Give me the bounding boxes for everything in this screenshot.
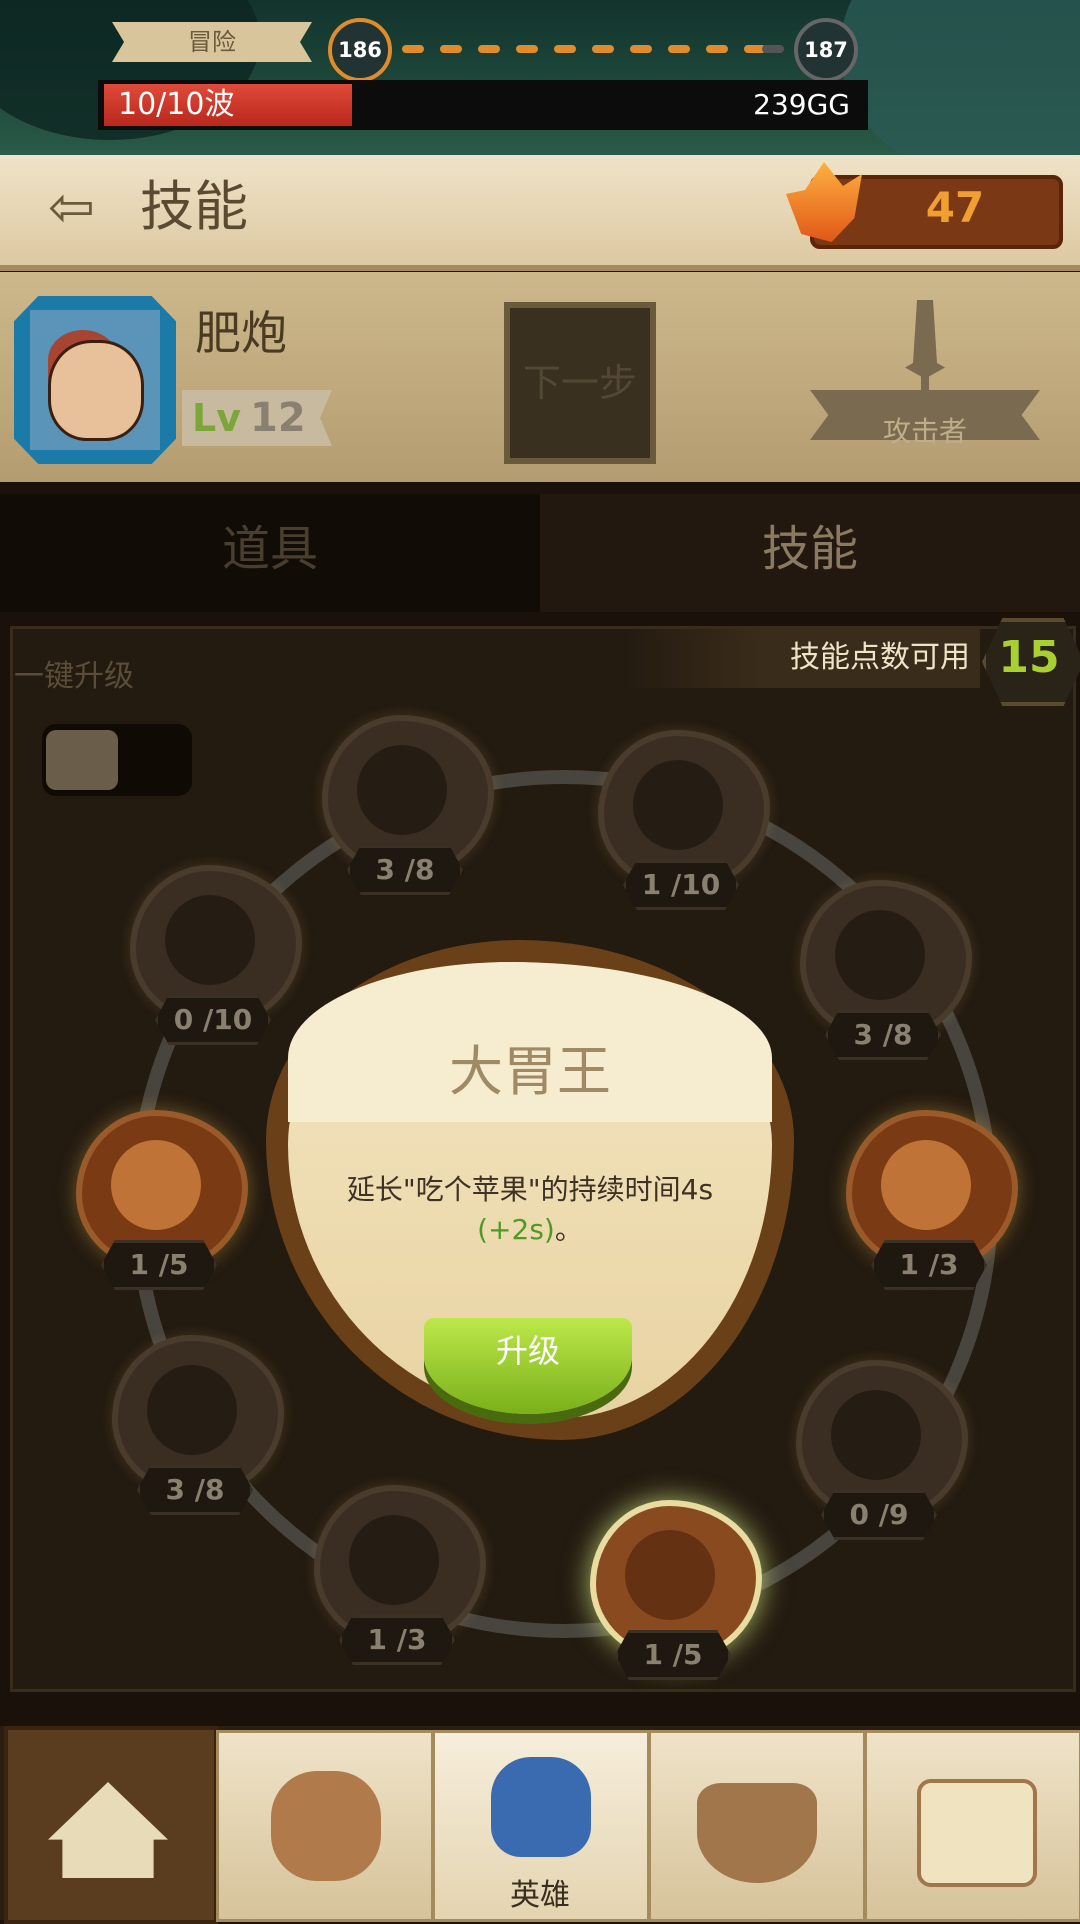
skill-points-label: 技能点数可用 xyxy=(790,640,970,675)
path-dash xyxy=(554,45,576,53)
apple-icon-glyph xyxy=(111,1140,201,1230)
skill-count: 1 /10 xyxy=(623,860,739,910)
back-arrow-icon[interactable]: ⇦ xyxy=(48,180,112,236)
scale-icon-glyph xyxy=(165,895,255,985)
path-dash xyxy=(402,45,424,53)
skill-description: 延长"吃个苹果"的持续时间4s (+2s)。 xyxy=(310,1170,750,1250)
tab-skills[interactable]: 技能 xyxy=(540,494,1080,612)
glutton-icon-glyph xyxy=(625,1530,715,1620)
skill-node-cockroach[interactable]: 3 /8 xyxy=(112,1335,284,1515)
skill-node-glutton[interactable]: 1 /5 xyxy=(590,1500,762,1680)
skill-node-egg[interactable]: 1 /3 xyxy=(314,1485,486,1665)
hero-name: 肥炮 xyxy=(195,306,287,360)
adventure-label: 冒险 xyxy=(112,22,312,62)
skill-count: 3 /8 xyxy=(137,1465,253,1515)
tent-icon xyxy=(48,1782,168,1878)
skill-count: 3 /8 xyxy=(347,845,463,895)
page-title: 技能 xyxy=(140,175,248,238)
upgrade-label: 升级 xyxy=(495,1332,560,1370)
next-level-node[interactable]: 187 xyxy=(794,18,858,82)
nav-chest-button[interactable] xyxy=(864,1730,1080,1922)
explosion-icon-glyph xyxy=(881,1140,971,1230)
helmet-icon xyxy=(491,1757,591,1857)
treasure-chest-icon xyxy=(917,1779,1037,1887)
current-level-node[interactable]: 186 xyxy=(328,18,392,82)
toggle-knob[interactable] xyxy=(46,730,118,790)
path-dash xyxy=(762,45,784,53)
skill-node-pumpkin[interactable]: 1 /10 xyxy=(598,730,770,910)
skill-node-explosion[interactable]: 1 /3 xyxy=(846,1110,1018,1290)
level-tag: Lv xyxy=(192,396,241,440)
path-dash xyxy=(668,45,690,53)
pumpkin-icon-glyph xyxy=(633,760,723,850)
nav-hero-label: 英雄 xyxy=(510,1878,570,1913)
skill-node-scale[interactable]: 0 /10 xyxy=(130,865,302,1045)
cockroach-icon-glyph xyxy=(147,1365,237,1455)
next-step-label: 下一步 xyxy=(522,361,637,405)
gold-text: 239GG xyxy=(753,88,850,121)
skill-count: 0 /10 xyxy=(155,995,271,1045)
path-dash xyxy=(630,45,652,53)
skill-bonus-text: (+2s) xyxy=(477,1213,555,1246)
skill-node-island[interactable]: 3 /8 xyxy=(800,880,972,1060)
skill-count: 3 /8 xyxy=(825,1010,941,1060)
tab-items[interactable]: 道具 xyxy=(0,494,540,612)
skill-description-text: 延长"吃个苹果"的持续时间4s xyxy=(346,1173,714,1206)
hero-face xyxy=(48,340,144,441)
path-dash xyxy=(516,45,538,53)
cauldron-icon xyxy=(697,1783,817,1883)
skill-count: 1 /3 xyxy=(339,1615,455,1665)
gem-count: 47 xyxy=(925,183,985,232)
leaf-decoration xyxy=(840,0,1080,155)
skill-count: 1 /3 xyxy=(871,1240,987,1290)
skill-count: 1 /5 xyxy=(101,1240,217,1290)
skill-count: 0 /9 xyxy=(821,1490,937,1540)
path-dash xyxy=(440,45,462,53)
skill-count: 1 /5 xyxy=(615,1630,731,1680)
gear-icon xyxy=(271,1771,381,1881)
nav-cauldron-button[interactable] xyxy=(648,1730,866,1922)
skill-node-muscle[interactable]: 3 /8 xyxy=(322,715,494,895)
auto-upgrade-label: 一键升级 xyxy=(14,659,134,694)
skill-node-heart-target[interactable]: 0 /9 xyxy=(796,1360,968,1540)
skill-node-apple[interactable]: 1 /5 xyxy=(76,1110,248,1290)
level-number: 12 xyxy=(250,395,306,441)
path-dash xyxy=(706,45,728,53)
nav-gear-button[interactable] xyxy=(216,1730,434,1922)
wave-text: 10/10波 xyxy=(118,87,235,122)
path-dash xyxy=(592,45,614,53)
heart-target-icon-glyph xyxy=(831,1390,921,1480)
skill-title: 大胃王 xyxy=(449,1040,611,1103)
nav-camp-button[interactable] xyxy=(4,1726,218,1924)
skill-points-count: 15 xyxy=(998,632,1060,683)
muscle-icon-glyph xyxy=(357,745,447,835)
egg-icon-glyph xyxy=(349,1515,439,1605)
path-dash xyxy=(478,45,500,53)
island-icon-glyph xyxy=(835,910,925,1000)
skill-description-end: 。 xyxy=(554,1213,583,1246)
role-label: 攻击者 xyxy=(882,415,967,448)
